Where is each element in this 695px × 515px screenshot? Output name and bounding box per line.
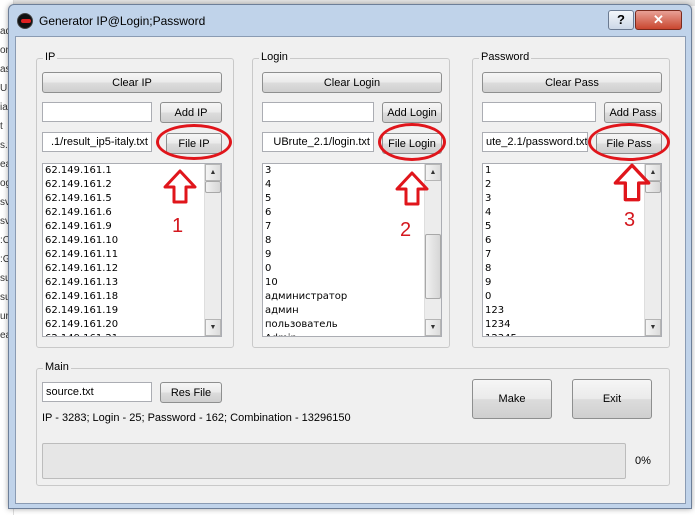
add-pass-input[interactable]	[482, 102, 596, 122]
scroll-up-arrow-icon[interactable]: ▲	[205, 164, 221, 181]
list-item[interactable]: 1234	[485, 318, 661, 332]
list-item[interactable]: 62.149.161.18	[45, 290, 221, 304]
list-item[interactable]: 8	[485, 262, 661, 276]
list-item[interactable]: 62.149.161.9	[45, 220, 221, 234]
list-item[interactable]: 8	[265, 234, 441, 248]
list-item[interactable]: администратор	[265, 290, 441, 304]
exit-button[interactable]: Exit	[572, 379, 652, 419]
list-item[interactable]: админ	[265, 304, 441, 318]
list-item[interactable]: 0	[485, 290, 661, 304]
list-item[interactable]: 62.149.161.13	[45, 276, 221, 290]
list-item[interactable]: 9	[485, 276, 661, 290]
annotation-number-1: 1	[172, 215, 184, 237]
add-login-input[interactable]	[262, 102, 374, 122]
combination-status: IP - 3283; Login - 25; Password - 162; C…	[42, 412, 351, 424]
annotation-circle-file-ip	[156, 124, 232, 160]
result-file-input[interactable]: source.txt	[42, 382, 152, 402]
annotation-circle-file-login	[378, 123, 446, 161]
scroll-down-arrow-icon[interactable]: ▼	[645, 319, 661, 336]
list-item[interactable]: 62.149.161.19	[45, 304, 221, 318]
scroll-thumb[interactable]	[425, 234, 441, 299]
generator-window: Generator IP@Login;Password ? ✕ IP Clear…	[8, 4, 692, 509]
scroll-down-arrow-icon[interactable]: ▼	[205, 319, 221, 336]
main-group-label: Main	[43, 361, 71, 373]
annotation-number-2: 2	[400, 219, 412, 241]
up-arrow-icon	[163, 169, 197, 204]
title-bar[interactable]: Generator IP@Login;Password ? ✕	[9, 5, 691, 35]
res-file-button[interactable]: Res File	[160, 382, 222, 403]
list-item[interactable]: Admin	[265, 332, 441, 336]
annotation-number-3: 3	[624, 209, 636, 231]
password-file-path[interactable]: ute_2.1/password.txt	[482, 132, 588, 152]
up-arrow-icon	[395, 171, 429, 206]
progress-percent: 0%	[635, 455, 651, 467]
list-item[interactable]: 62.149.161.6	[45, 206, 221, 220]
clear-pass-button[interactable]: Clear Pass	[482, 72, 662, 93]
list-item[interactable]: пользователь	[265, 318, 441, 332]
make-button[interactable]: Make	[472, 379, 552, 419]
close-button[interactable]: ✕	[635, 10, 682, 30]
add-ip-input[interactable]	[42, 102, 152, 122]
list-item[interactable]: 62.149.161.12	[45, 262, 221, 276]
list-item[interactable]: 62.149.161.20	[45, 318, 221, 332]
help-button[interactable]: ?	[608, 10, 634, 30]
password-group-label: Password	[479, 51, 532, 63]
login-file-path[interactable]: UBrute_2.1/login.txt	[262, 132, 374, 152]
scroll-down-arrow-icon[interactable]: ▼	[425, 319, 441, 336]
list-item[interactable]: 62.149.161.21	[45, 332, 221, 336]
list-item[interactable]: 123	[485, 304, 661, 318]
list-item[interactable]: 9	[265, 248, 441, 262]
list-item[interactable]: 10	[265, 276, 441, 290]
list-item[interactable]: 6	[265, 206, 441, 220]
up-arrow-icon	[613, 163, 651, 202]
list-item[interactable]: 62.149.161.11	[45, 248, 221, 262]
window-title: Generator IP@Login;Password	[39, 14, 206, 28]
list-item[interactable]: 0	[265, 262, 441, 276]
list-item[interactable]: 7	[265, 220, 441, 234]
add-login-button[interactable]: Add Login	[382, 102, 442, 123]
list-item[interactable]: 6	[485, 234, 661, 248]
progress-bar	[42, 443, 626, 479]
ip-list-scrollbar[interactable]: ▲ ▼	[204, 164, 221, 336]
list-item[interactable]: 12345	[485, 332, 661, 336]
ip-file-path[interactable]: .1/result_ip5-italy.txt	[42, 132, 152, 152]
list-item[interactable]: 62.149.161.10	[45, 234, 221, 248]
clear-ip-button[interactable]: Clear IP	[42, 72, 222, 93]
app-icon	[17, 13, 33, 29]
add-pass-button[interactable]: Add Pass	[604, 102, 662, 123]
clear-login-button[interactable]: Clear Login	[262, 72, 442, 93]
ip-group-label: IP	[43, 51, 58, 63]
list-item[interactable]: 7	[485, 248, 661, 262]
annotation-circle-file-pass	[588, 123, 670, 161]
login-group-label: Login	[259, 51, 290, 63]
add-ip-button[interactable]: Add IP	[160, 102, 222, 123]
scroll-thumb[interactable]	[205, 181, 221, 193]
client-area: IP Clear IP Add IP .1/result_ip5-italy.t…	[15, 36, 686, 504]
